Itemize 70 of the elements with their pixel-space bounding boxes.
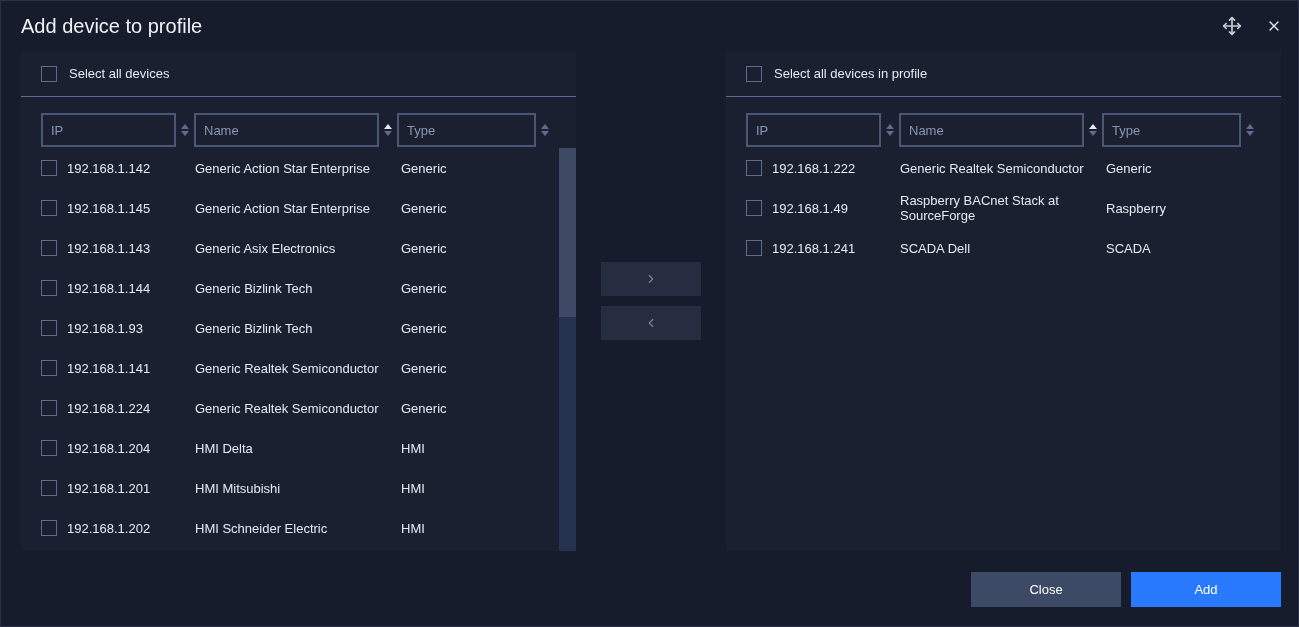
name-cell-text: Generic Action Star Enterprise <box>195 200 371 216</box>
ip-cell-text: 192.168.1.201 <box>67 480 152 496</box>
type-cell-text: Generic <box>401 240 448 256</box>
filter-field[interactable]: Name <box>194 113 379 147</box>
ip-cell-text: 192.168.1.241 <box>772 240 857 256</box>
filter-field[interactable]: IP <box>41 113 176 147</box>
close-button[interactable]: Close <box>971 572 1121 607</box>
filter-field[interactable]: Type <box>397 113 536 147</box>
row-checkbox[interactable] <box>746 200 762 216</box>
row-checkbox[interactable] <box>41 200 57 216</box>
filter-field[interactable]: Name <box>899 113 1084 147</box>
name-cell-text: Generic Realtek Semiconductor <box>900 160 1085 176</box>
ip-cell-text: 192.168.1.143 <box>67 240 152 256</box>
name-cell-text: Generic Bizlink Tech <box>195 280 314 296</box>
ip-cell-text: 192.168.1.222 <box>772 160 857 176</box>
row-checkbox[interactable] <box>746 240 762 256</box>
scrollbar-thumb[interactable] <box>559 148 576 317</box>
name-cell-text: Generic Asix Electronics <box>195 240 337 256</box>
filter-field[interactable]: IP <box>746 113 881 147</box>
type-cell-text: Raspberry <box>1106 200 1167 216</box>
ip-cell-text: 192.168.1.204 <box>67 440 152 456</box>
type-cell-text: Generic <box>401 200 448 216</box>
ip-cell-text: 192.168.1.224 <box>67 400 152 416</box>
sort-icon[interactable] <box>1089 124 1097 136</box>
row-checkbox[interactable] <box>41 400 57 416</box>
row-checkbox[interactable] <box>41 280 57 296</box>
row-checkbox[interactable] <box>41 520 57 536</box>
ip-cell-text: 192.168.1.202 <box>67 520 152 536</box>
add-button[interactable]: Add <box>1131 572 1281 607</box>
select-all-label: Select all devices in profile <box>774 64 928 83</box>
ip-cell-text: 192.168.1.145 <box>67 200 152 216</box>
name-cell-text: Generic Bizlink Tech <box>195 320 314 336</box>
ip-cell-text: 192.168.1.49 <box>772 200 849 216</box>
ip-cell-text: 192.168.1.141 <box>67 360 152 376</box>
row-checkbox[interactable] <box>41 480 57 496</box>
ip-cell-text: 192.168.1.144 <box>67 280 152 296</box>
type-cell-text: HMI <box>401 480 426 496</box>
name-cell-text: HMI Mitsubishi <box>195 480 282 496</box>
type-cell-text: Generic <box>401 160 448 176</box>
ip-cell-text: 192.168.1.142 <box>67 160 152 176</box>
row-checkbox[interactable] <box>41 360 57 376</box>
type-cell-text: HMI <box>401 440 426 456</box>
name-cell-text: Generic Action Star Enterprise <box>195 160 371 176</box>
row-checkbox[interactable] <box>746 160 762 176</box>
row-checkbox[interactable] <box>41 440 57 456</box>
select-all-checkbox[interactable] <box>41 65 57 82</box>
sort-icon[interactable] <box>384 124 392 136</box>
type-cell-text: Generic <box>401 400 448 416</box>
type-cell-text: Generic <box>401 280 448 296</box>
name-cell-text: Raspberry BACnet Stack at SourceForge <box>900 193 1060 223</box>
type-cell-text: HMI <box>401 520 426 536</box>
select-all-label: Select all devices <box>69 64 170 83</box>
move-icon[interactable] <box>1222 16 1242 36</box>
ip-cell-text: 192.168.1.93 <box>67 320 144 336</box>
row-checkbox[interactable] <box>41 320 57 336</box>
filter-field[interactable]: Type <box>1102 113 1241 147</box>
name-cell-text: Generic Realtek Semiconductor <box>195 360 380 376</box>
type-cell-text: Generic <box>401 320 448 336</box>
type-cell-text: Generic <box>1106 160 1153 176</box>
scrollbar[interactable] <box>559 148 576 551</box>
window-title: Add device to profile <box>21 14 204 39</box>
row-checkbox[interactable] <box>41 160 57 176</box>
name-cell-text: SCADA Dell <box>900 240 972 256</box>
name-cell-text: HMI Delta <box>195 440 254 456</box>
type-cell-text: SCADA <box>1106 240 1152 256</box>
row-checkbox[interactable] <box>41 240 57 256</box>
name-cell-text: HMI Schneider Electric <box>195 520 329 536</box>
select-all-checkbox[interactable] <box>746 65 762 82</box>
type-cell-text: Generic <box>401 360 448 376</box>
name-cell-text: Generic Realtek Semiconductor <box>195 400 380 416</box>
